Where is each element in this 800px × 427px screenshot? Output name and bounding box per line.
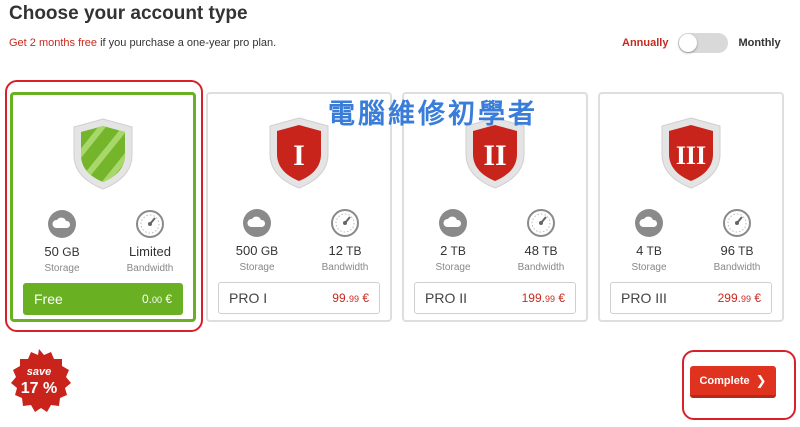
storage-unit: GB [260,244,279,258]
plan-name: PRO I [229,290,268,306]
plan-card-pro-iii[interactable]: III 4 TB Storage 96 TB Bandwidth PRO III… [598,92,784,322]
storage-label: Storage [631,262,667,273]
cloud-icon [242,208,272,238]
shield-pro-iii-icon: III [658,116,724,190]
gauge-icon [526,208,556,238]
storage-value: 2 [440,243,448,258]
storage-value: 500 [235,243,258,258]
chevron-right-icon: ❯ [755,372,767,388]
plan-name: PRO III [621,290,667,306]
roman-numeral: III [676,141,706,170]
promo-highlight: Get 2 months free [9,37,98,49]
save-percent: 17 % [20,380,58,397]
storage-label: Storage [239,262,275,273]
storage-label: Storage [44,263,80,274]
plan-price: 199.99 € [521,291,565,305]
gauge-icon [330,208,360,238]
promo-subtitle: Get 2 months free if you purchase a one-… [9,37,276,49]
billing-period-switch: Annually Monthly [622,33,781,53]
storage-unit: TB [646,244,662,258]
plan-price: 99.99 € [332,291,369,305]
monthly-label[interactable]: Monthly [738,37,780,49]
save-badge: save 17 % [6,348,72,414]
billing-toggle[interactable] [678,33,729,53]
plan-name: Free [34,291,63,307]
storage-value: 4 [636,243,644,258]
roman-numeral: I [293,139,305,172]
annually-label[interactable]: Annually [622,37,668,49]
page-title: Choose your account type [9,3,248,24]
bandwidth-value: 48 [524,243,539,258]
bandwidth-label: Bandwidth [517,262,565,273]
gauge-icon [722,208,752,238]
complete-button[interactable]: Complete ❯ [690,366,776,398]
bandwidth-label: Bandwidth [321,262,369,273]
roman-numeral: II [483,139,506,172]
price-bar-pro-ii[interactable]: PRO II 199.99 € [414,282,576,314]
complete-button-label: Complete [699,374,750,387]
storage-unit: TB [450,244,466,258]
shield-pro-i-icon: I [266,116,332,190]
plan-price: 0.00 € [141,292,172,306]
watermark-text: 電腦維修初學者 [328,99,538,130]
bandwidth-unit: TB [542,244,558,258]
cloud-icon [438,208,468,238]
toggle-knob[interactable] [679,34,698,52]
price-bar-free[interactable]: Free 0.00 € [23,283,183,315]
bandwidth-label: Bandwidth [126,263,174,274]
cloud-icon [634,208,664,238]
bandwidth-value: 12 [328,243,343,258]
save-label: save [26,366,52,378]
shield-free-icon [70,117,136,191]
bandwidth-label: Bandwidth [713,262,761,273]
plan-card-free[interactable]: 50 GB Storage Limited Bandwidth Free 0.0… [10,92,196,322]
price-bar-pro-i[interactable]: PRO I 99.99 € [218,282,380,314]
bandwidth-value: 96 [720,243,735,258]
promo-text: if you purchase a one-year pro plan. [97,37,277,49]
plan-name: PRO II [425,290,468,306]
bandwidth-value: Limited [129,244,171,259]
gauge-icon [135,209,165,239]
bandwidth-unit: TB [738,244,754,258]
bandwidth-unit: TB [346,244,362,258]
plan-price: 299.99 € [717,291,761,305]
storage-label: Storage [435,262,471,273]
cloud-icon [47,209,77,239]
price-bar-pro-iii[interactable]: PRO III 299.99 € [610,282,772,314]
storage-value: 50 [44,244,59,259]
storage-unit: GB [62,245,80,259]
